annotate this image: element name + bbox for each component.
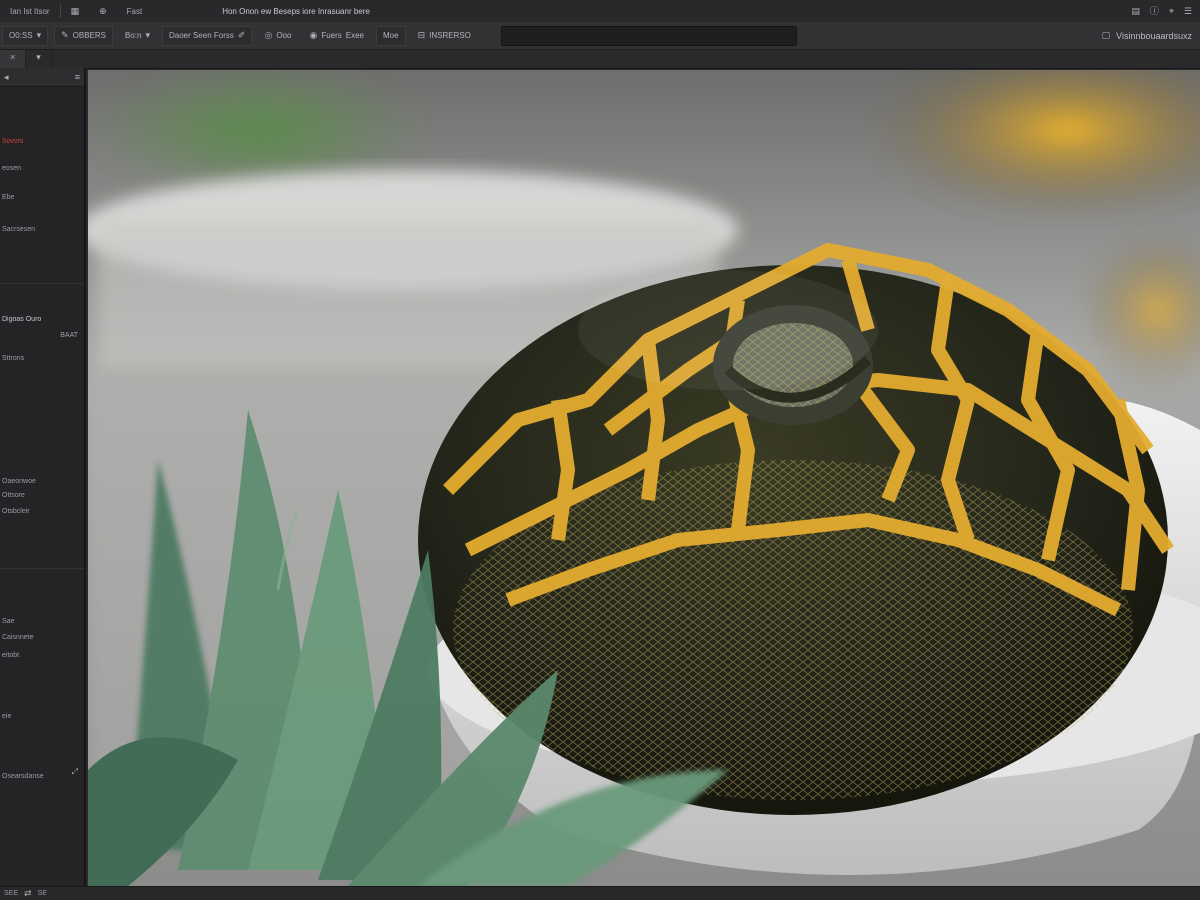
menu-item[interactable]: Ian Ist Itsor <box>0 7 60 16</box>
document-title: Hon Onon ew Beseps iore Inrasuanr bere <box>222 6 370 16</box>
style-dropdown[interactable]: Daoer Seen Forss ✐ <box>162 25 253 46</box>
divider <box>0 568 84 569</box>
section-title: Digoas Ouro <box>2 316 42 323</box>
link-icon[interactable]: ⤢ <box>72 768 78 776</box>
panel-row[interactable]: Ebe <box>2 194 14 201</box>
divider <box>0 283 84 284</box>
properties-panel: ◂ ≡ Sovvrs eosen Ebe Sacrsesen Digoas Ou… <box>0 68 86 886</box>
pin-icon[interactable]: ⌖ <box>1169 6 1174 16</box>
panel-row[interactable]: eosen <box>2 165 21 172</box>
zoom-level[interactable]: SE <box>38 890 47 897</box>
brush-icon: ✎ <box>61 30 69 40</box>
view-toggle-a[interactable]: ◎ Ooo <box>258 27 297 45</box>
menu-icon[interactable]: ☰ <box>1184 6 1192 16</box>
menu-icon[interactable]: ⊕ <box>89 5 117 16</box>
panel-row[interactable]: eitobt <box>2 652 19 659</box>
spacing-field[interactable]: ⊟ INSRERSO <box>412 27 477 45</box>
panel-row[interactable]: Oaeonwoe <box>2 478 36 485</box>
panel-row[interactable]: Caisnnete <box>2 634 34 641</box>
panel-row[interactable]: Sacrsesen <box>2 226 35 233</box>
chevron-down-icon: ▾ <box>145 30 150 40</box>
move-icon: ⊕ <box>99 5 107 16</box>
circle-icon: ◎ <box>264 30 273 40</box>
panel-row[interactable]: eie <box>2 713 11 720</box>
menu-item[interactable]: Fast <box>117 7 153 16</box>
info-icon[interactable]: ⓘ <box>1150 6 1159 16</box>
unit-value: Moe <box>383 31 399 40</box>
square-icon: ▢ <box>1101 30 1111 40</box>
menu-icon[interactable]: ▦ <box>61 5 90 16</box>
view-b-label: Fuers <box>321 31 342 40</box>
panel-row[interactable]: Ottsore <box>2 492 25 499</box>
window-controls: ▤ ⓘ ⌖ ☰ <box>1131 6 1200 16</box>
tab-secondary[interactable]: ▾ <box>26 50 52 68</box>
view-a-label: Ooo <box>276 31 292 40</box>
panel-row[interactable]: Osearsdanse <box>2 773 44 780</box>
panel-row[interactable]: Sttrons <box>2 355 24 362</box>
panel-row[interactable]: Otsbcleir <box>2 508 30 515</box>
status-bar: SEE ⇄ SE <box>0 886 1200 900</box>
layer-label-text: Bo:n <box>125 31 142 40</box>
panel-row[interactable]: Sae <box>2 618 14 625</box>
document-tabs: × ▾ <box>0 50 1200 69</box>
close-icon: × <box>10 52 16 62</box>
mode-dropdown[interactable]: ✎ OBBERS <box>54 25 113 46</box>
section-value: BAAT <box>60 332 78 339</box>
tab-document[interactable]: × <box>0 50 27 68</box>
preset-dropdown[interactable]: O0:SS ▾ <box>2 25 49 46</box>
options-bar: O0:SS ▾ ✎ OBBERS Bo:n ▾ Daoer Seen Forss ✐ ◎… <box>0 22 1200 50</box>
mode-value: OBBERS <box>72 31 106 40</box>
status-left: SEE <box>4 890 19 897</box>
search-input[interactable] <box>500 25 797 46</box>
canvas-photo <box>88 70 1200 886</box>
grid-icon: ▦ <box>70 5 80 16</box>
image-editor-window: Ian Ist Itsor ▦ ⊕ Fast Hon Onon ew Besep… <box>0 0 1200 900</box>
image-canvas[interactable] <box>88 70 1200 886</box>
collapse-icon[interactable]: ◂ <box>4 72 9 82</box>
view-c-label: Exee <box>345 31 364 40</box>
unit-dropdown[interactable]: Moe <box>376 25 406 46</box>
menu-bar: Ian Ist Itsor ▦ ⊕ Fast Hon Onon ew Besep… <box>0 0 1200 23</box>
panel-menu-icon[interactable]: ≡ <box>75 72 80 82</box>
preset-value: O0:SS <box>9 31 33 40</box>
chevron-down-icon: ▾ <box>36 52 41 62</box>
arrow-icon[interactable]: ⇄ <box>24 889 32 898</box>
panel-row[interactable]: Sovvrs <box>2 138 23 145</box>
workspace-switcher[interactable]: ▢ Visinnbouaardsuxz <box>1102 31 1200 41</box>
workspace-label: Visinnbouaardsuxz <box>1116 30 1192 41</box>
chevron-down-icon: ▾ <box>36 30 42 40</box>
layer-label[interactable]: Bo:n ▾ <box>119 27 156 45</box>
panel-header: ◂ ≡ <box>0 68 84 87</box>
pencil-icon: ✐ <box>237 30 246 40</box>
view-toggle-b[interactable]: ◉ Fuers Exee <box>303 27 370 45</box>
layout-icon[interactable]: ▤ <box>1131 6 1140 16</box>
target-icon: ◉ <box>309 30 318 40</box>
ruler-icon: ⊟ <box>417 30 426 40</box>
style-value: Daoer Seen Forss <box>169 31 234 40</box>
spacing-value: INSRERSO <box>429 31 471 40</box>
